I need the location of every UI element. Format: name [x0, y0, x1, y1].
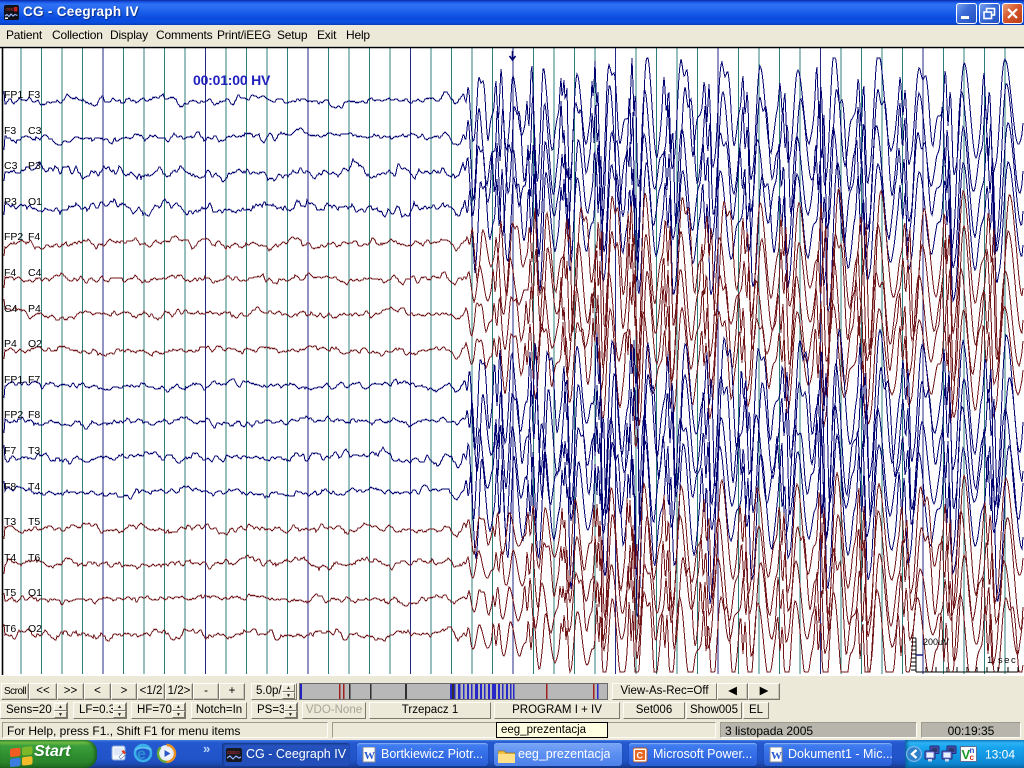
svg-text:F4: F4: [28, 231, 40, 243]
svg-text:T6: T6: [4, 623, 16, 635]
svg-text:FP2: FP2: [4, 231, 23, 243]
svg-text:T3: T3: [4, 516, 16, 528]
svg-text:C3: C3: [28, 125, 42, 137]
svg-text:W: W: [771, 750, 782, 762]
svg-text:F8: F8: [4, 481, 16, 493]
svg-text:P3: P3: [4, 196, 17, 208]
svg-text:CEEG: CEEG: [227, 750, 240, 755]
svg-text:C3: C3: [4, 160, 18, 172]
svg-text:C4: C4: [28, 267, 42, 279]
svg-text:13:04: 13:04: [985, 748, 1015, 762]
svg-text:FP2: FP2: [4, 409, 23, 421]
svg-text:F4: F4: [4, 267, 16, 279]
svg-text:T4: T4: [28, 481, 40, 493]
svg-text:c: c: [970, 753, 975, 762]
svg-text:FP1: FP1: [4, 89, 23, 101]
svg-text:C4: C4: [4, 303, 18, 315]
svg-text:FP1: FP1: [4, 374, 23, 386]
svg-text:T3: T3: [28, 445, 40, 457]
svg-text:F3: F3: [28, 89, 40, 101]
svg-text:C: C: [637, 751, 644, 761]
svg-text:F7: F7: [4, 445, 16, 457]
svg-text:F8: F8: [28, 409, 40, 421]
svg-text:T6: T6: [28, 552, 40, 564]
svg-text:O1: O1: [28, 196, 42, 208]
svg-text:P4: P4: [4, 338, 17, 350]
svg-text:W: W: [364, 750, 375, 762]
svg-text:200uV: 200uV: [923, 637, 949, 647]
svg-text:F3: F3: [4, 125, 16, 137]
svg-text:O1: O1: [28, 587, 42, 599]
svg-text:T4: T4: [4, 552, 16, 564]
svg-text:P4: P4: [28, 303, 41, 315]
svg-text:1 sec: 1 sec: [987, 655, 1017, 666]
svg-text:P3: P3: [28, 160, 41, 172]
svg-text:T5: T5: [4, 587, 16, 599]
svg-text:F7: F7: [28, 374, 40, 386]
svg-text:T5: T5: [28, 516, 40, 528]
svg-text:00:01:00 HV: 00:01:00 HV: [193, 72, 271, 88]
svg-text:O2: O2: [28, 338, 42, 350]
svg-text:O2: O2: [28, 623, 42, 635]
